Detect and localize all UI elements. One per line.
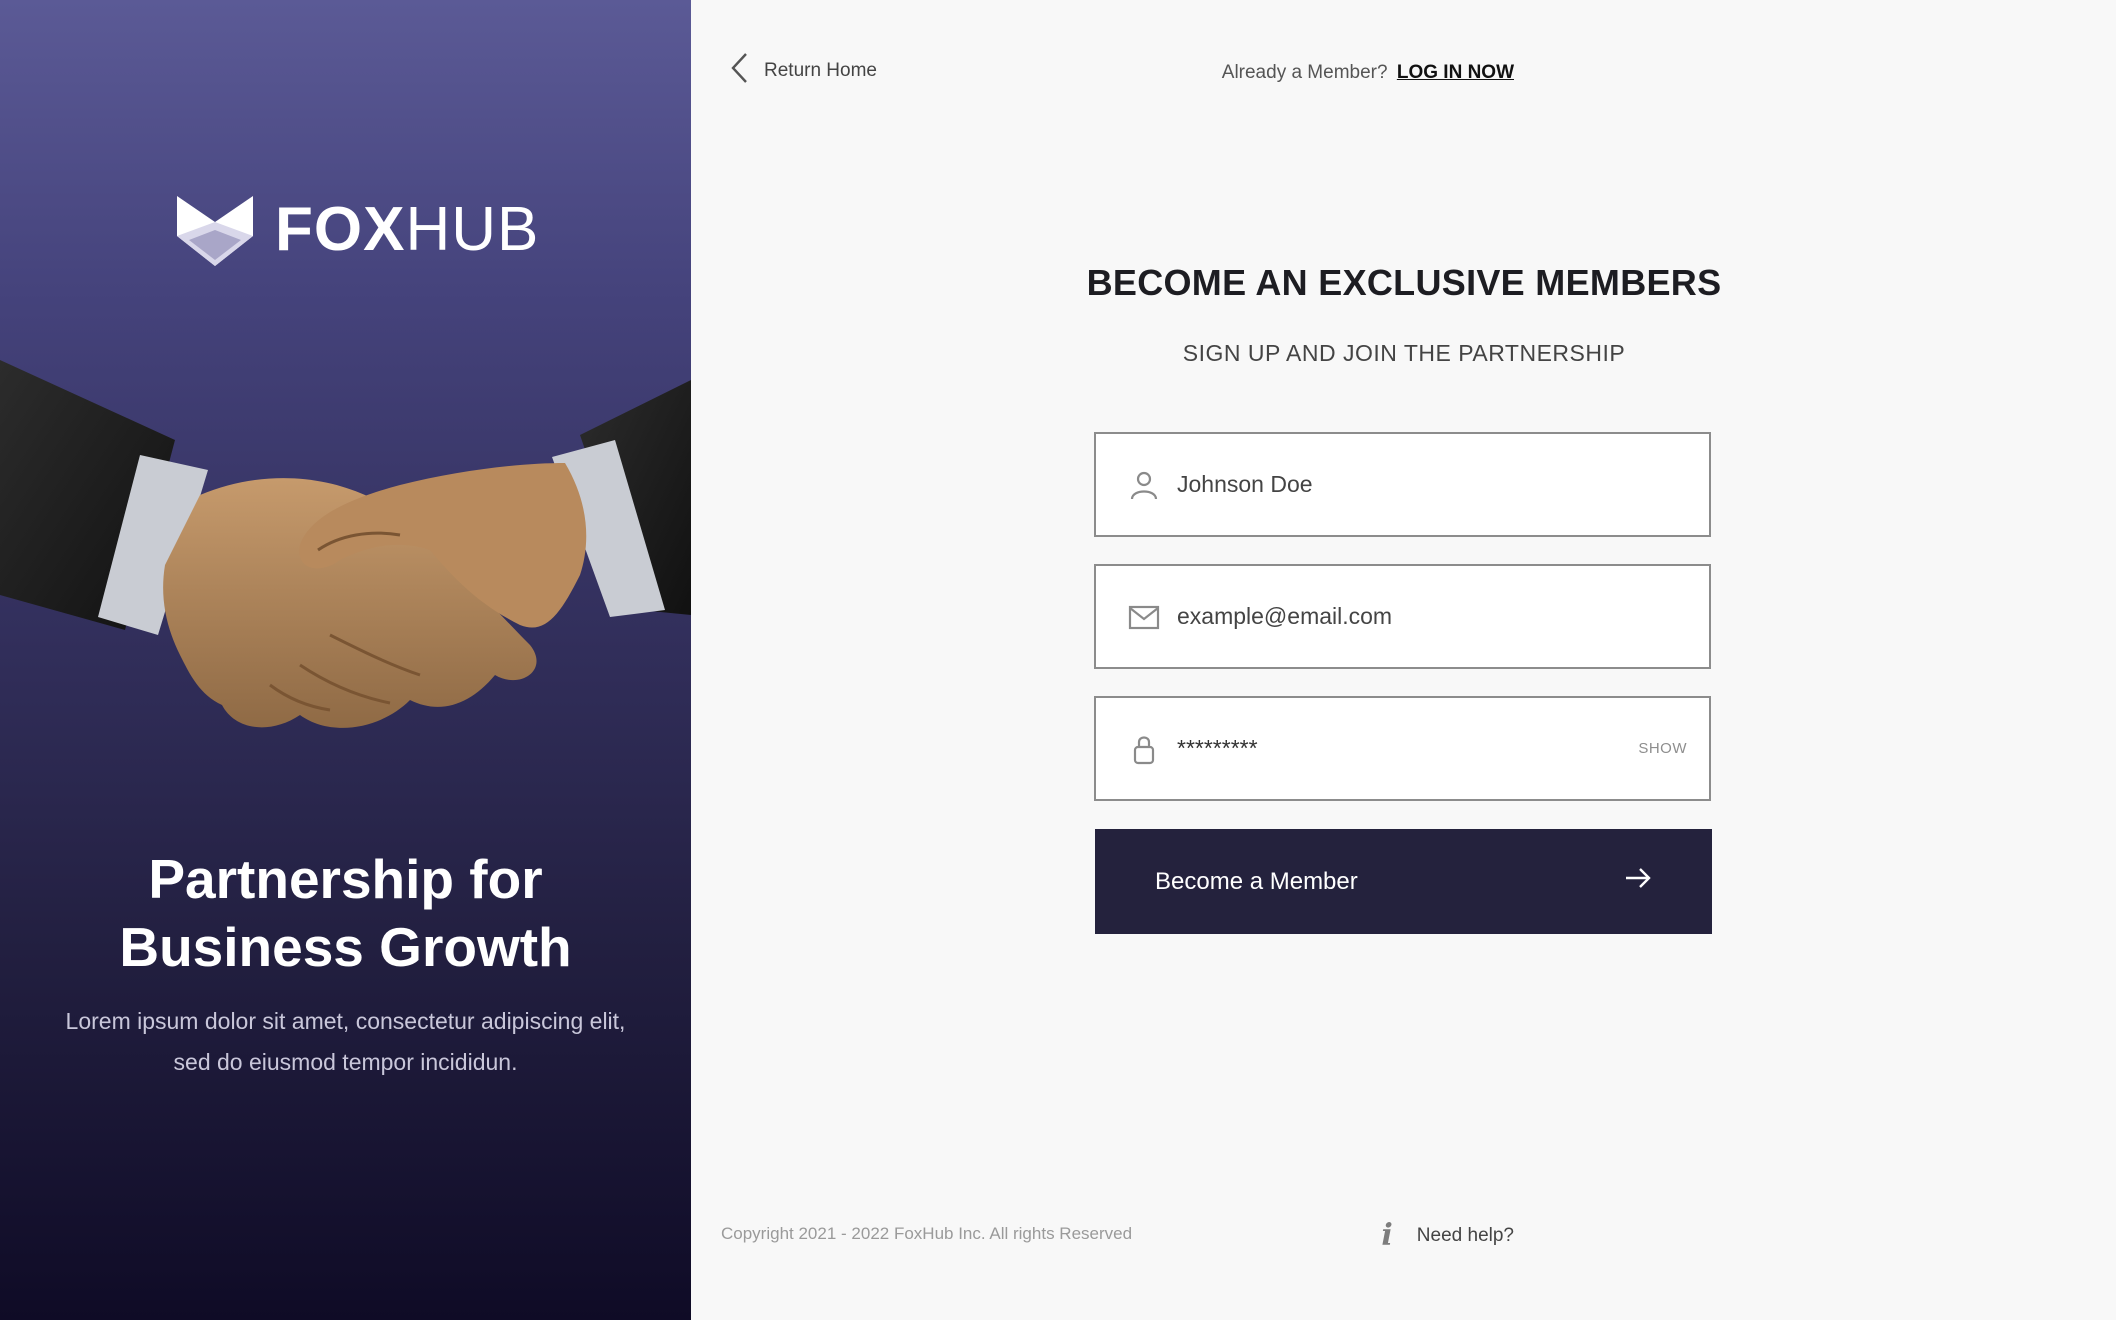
lock-icon xyxy=(1127,732,1161,766)
handshake-illustration xyxy=(0,360,691,728)
hero-tagline: Lorem ipsum dolor sit amet, consectetur … xyxy=(65,1008,626,1075)
brand-name-bold: FOX xyxy=(275,195,406,264)
brand-name-light: HUB xyxy=(405,195,540,264)
brand-wordmark: FOXHUB xyxy=(275,199,539,261)
login-link[interactable]: LOG IN NOW xyxy=(1397,62,1514,83)
return-home-link[interactable]: Return Home xyxy=(730,52,877,90)
need-help-label: Need help? xyxy=(1416,1224,1514,1246)
email-input[interactable] xyxy=(1175,585,1709,648)
hero-headline-line-1: Partnership for xyxy=(148,848,543,910)
password-input[interactable] xyxy=(1175,717,1639,780)
hero-headline-line-2: Business Growth xyxy=(119,916,572,978)
form-subtitle: SIGN UP AND JOIN THE PARTNERSHIP xyxy=(1182,340,1626,366)
name-field[interactable] xyxy=(1094,432,1711,537)
return-home-label: Return Home xyxy=(764,60,877,81)
user-icon xyxy=(1127,468,1161,502)
info-icon: i xyxy=(1381,1218,1393,1253)
name-input[interactable] xyxy=(1175,453,1709,516)
login-prompt: Already a Member? LOG IN NOW xyxy=(1222,62,1514,84)
password-field[interactable]: SHOW xyxy=(1094,696,1711,801)
show-password-toggle[interactable]: SHOW xyxy=(1638,740,1687,757)
form-title: BECOME AN EXCLUSIVE MEMBERS xyxy=(1086,262,1722,303)
fox-logo-icon xyxy=(175,188,255,273)
chevron-left-icon xyxy=(730,52,764,90)
email-field[interactable] xyxy=(1094,564,1711,669)
mail-icon xyxy=(1127,600,1161,634)
become-member-button[interactable]: Become a Member xyxy=(1095,829,1712,934)
brand-logo[interactable]: FOXHUB xyxy=(175,190,539,270)
hero-panel: FOXHUB Partnership for Business Growth L… xyxy=(0,0,691,1320)
need-help-link[interactable]: i Need help? xyxy=(1381,1218,1514,1253)
arrow-right-icon xyxy=(1624,864,1652,899)
copyright-text: Copyright 2021 - 2022 FoxHub Inc. All ri… xyxy=(721,1224,1133,1243)
become-member-label: Become a Member xyxy=(1155,867,1358,895)
hero-headline: Partnership for Business Growth xyxy=(0,845,691,981)
member-prompt-text: Already a Member? xyxy=(1221,62,1388,83)
